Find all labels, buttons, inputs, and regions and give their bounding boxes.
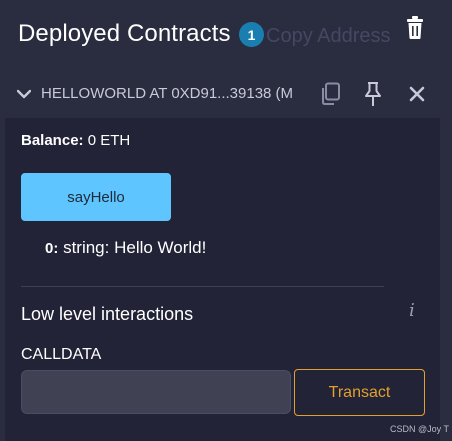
close-icon[interactable] xyxy=(409,86,425,102)
trash-icon[interactable] xyxy=(404,16,426,40)
watermark: CSDN @Joy T xyxy=(390,424,449,434)
sayhello-button[interactable]: sayHello xyxy=(21,173,171,221)
chevron-down-icon[interactable] xyxy=(17,89,31,99)
balance-row: Balance: 0 ETH xyxy=(21,132,130,149)
balance-value: 0 ETH xyxy=(83,132,131,149)
contract-header: HELLOWORLD AT 0XD91...39138 (M xyxy=(5,70,440,118)
contracts-count-badge: 1 xyxy=(239,22,264,47)
pin-icon[interactable] xyxy=(362,81,384,107)
copy-address-tooltip: Copy Address xyxy=(266,25,391,47)
calldata-input[interactable] xyxy=(21,370,291,414)
result-value: string: Hello World! xyxy=(58,238,207,257)
transact-button[interactable]: Transact xyxy=(294,369,425,416)
deployed-contracts-header: Deployed Contracts 1 Copy Address xyxy=(0,0,452,70)
result-index: 0: xyxy=(45,240,59,257)
copy-icon[interactable] xyxy=(319,82,341,106)
page-title: Deployed Contracts xyxy=(18,20,231,47)
function-result: 0: string: Hello World! xyxy=(45,238,206,258)
contract-instance-card: HELLOWORLD AT 0XD91...39138 (M Balance: … xyxy=(5,70,440,441)
low-level-title: Low level interactions xyxy=(21,304,194,324)
balance-label: Balance: xyxy=(21,132,84,149)
section-divider xyxy=(21,286,384,287)
calldata-label: CALLDATA xyxy=(21,346,102,363)
info-icon[interactable]: i xyxy=(409,300,415,321)
contract-name[interactable]: HELLOWORLD AT 0XD91...39138 (M xyxy=(41,85,307,102)
